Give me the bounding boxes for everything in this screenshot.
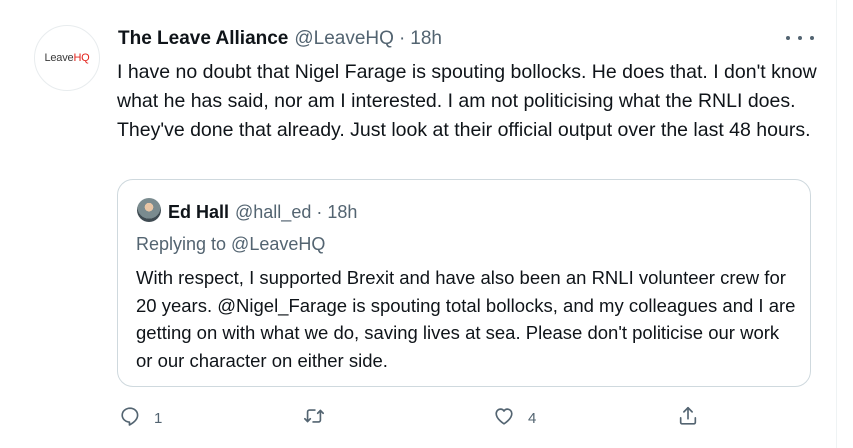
quoted-tweet[interactable]: Ed Hall @hall_ed · 18h Replying to @Leav… xyxy=(117,179,811,387)
action-bar: 1 4 xyxy=(0,398,853,438)
quoted-header: Ed Hall @hall_ed · 18h xyxy=(168,202,357,223)
share-button[interactable] xyxy=(677,398,699,438)
tweet-header: The Leave Alliance @LeaveHQ · 18h xyxy=(118,28,442,50)
retweet-icon xyxy=(303,405,325,432)
timestamp[interactable]: 18h xyxy=(410,28,442,50)
like-count: 4 xyxy=(528,409,537,427)
quoted-separator-dot: · xyxy=(316,202,323,222)
avatar-logo-accent: HQ xyxy=(73,52,90,64)
quoted-display-name: Ed Hall xyxy=(168,202,230,222)
like-button[interactable]: 4 xyxy=(493,398,536,438)
tweet-text: I have no doubt that Nigel Farage is spo… xyxy=(117,61,817,141)
more-options-icon[interactable] xyxy=(786,28,814,48)
timeline-border xyxy=(836,0,837,448)
quoted-handle: @hall_ed xyxy=(235,202,312,222)
retweet-button[interactable] xyxy=(303,398,338,438)
quoted-timestamp: 18h xyxy=(327,202,358,222)
reply-button[interactable]: 1 xyxy=(119,398,162,438)
separator-dot: · xyxy=(398,28,406,49)
display-name[interactable]: The Leave Alliance xyxy=(118,28,288,50)
reply-count: 1 xyxy=(154,409,163,427)
avatar[interactable]: Leave HQ xyxy=(34,25,100,91)
reply-icon xyxy=(119,405,141,432)
avatar-logo-text: Leave xyxy=(44,52,74,64)
user-handle[interactable]: @LeaveHQ xyxy=(294,28,394,50)
share-icon xyxy=(677,405,699,432)
quoted-avatar[interactable] xyxy=(137,198,161,222)
heart-icon xyxy=(493,405,515,432)
replying-to: Replying to @LeaveHQ xyxy=(136,234,326,254)
quoted-text: With respect, I supported Brexit and hav… xyxy=(136,267,796,371)
